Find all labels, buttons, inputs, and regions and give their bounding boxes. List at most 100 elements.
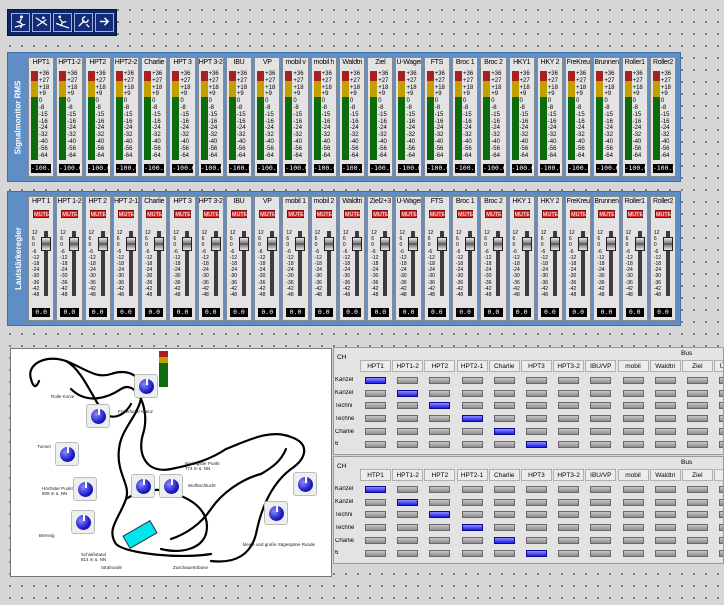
volume-knob-center[interactable]	[131, 474, 155, 498]
routing-toggle-button[interactable]	[558, 485, 580, 493]
routing-toggle-button[interactable]	[622, 415, 644, 423]
routing-toggle-button[interactable]	[719, 402, 723, 410]
routing-toggle-button[interactable]	[590, 537, 612, 545]
routing-toggle-button[interactable]	[622, 498, 644, 506]
fader-handle[interactable]	[464, 237, 475, 251]
mute-button[interactable]: MUTE	[287, 210, 304, 218]
routing-toggle-button[interactable]	[590, 485, 612, 493]
fader-handle[interactable]	[493, 237, 504, 251]
volume-knob-wolfsschlucht[interactable]	[159, 474, 183, 498]
routing-toggle-button[interactable]	[686, 485, 708, 493]
routing-toggle-button[interactable]	[622, 549, 644, 557]
routing-toggle-button[interactable]	[493, 524, 515, 532]
routing-toggle-button[interactable]	[654, 402, 676, 410]
mute-button[interactable]: MUTE	[570, 210, 587, 218]
mute-button[interactable]: MUTE	[598, 210, 615, 218]
mute-button[interactable]: MUTE	[61, 210, 78, 218]
routing-toggle-button[interactable]	[686, 402, 708, 410]
routing-toggle-button[interactable]	[525, 524, 547, 532]
toolbar-button-1[interactable]	[11, 13, 30, 32]
routing-toggle-button[interactable]	[397, 498, 419, 506]
routing-toggle-button[interactable]	[493, 402, 515, 410]
routing-toggle-button[interactable]	[686, 498, 708, 506]
routing-toggle-button[interactable]	[493, 440, 515, 448]
toolbar-button-2[interactable]	[32, 13, 51, 32]
routing-toggle-button[interactable]	[558, 428, 580, 436]
routing-toggle-button[interactable]	[719, 498, 723, 506]
mute-button[interactable]: MUTE	[202, 210, 219, 218]
routing-toggle-button[interactable]	[493, 428, 515, 436]
routing-toggle-button[interactable]	[525, 402, 547, 410]
routing-toggle-button[interactable]	[429, 415, 451, 423]
routing-toggle-button[interactable]	[397, 549, 419, 557]
fader-handle[interactable]	[436, 237, 447, 251]
routing-toggle-button[interactable]	[590, 428, 612, 436]
volume-knob-frankfurter[interactable]	[86, 404, 110, 428]
routing-toggle-button[interactable]	[719, 415, 723, 423]
volume-knob-east[interactable]	[293, 472, 317, 496]
routing-toggle-button[interactable]	[558, 511, 580, 519]
toolbar-button-3[interactable]	[53, 13, 72, 32]
routing-toggle-button[interactable]	[397, 402, 419, 410]
routing-toggle-button[interactable]	[719, 485, 723, 493]
routing-toggle-button[interactable]	[558, 549, 580, 557]
routing-toggle-button[interactable]	[429, 389, 451, 397]
routing-toggle-button[interactable]	[429, 428, 451, 436]
routing-toggle-button[interactable]	[429, 549, 451, 557]
routing-toggle-button[interactable]	[622, 389, 644, 397]
routing-toggle-button[interactable]	[365, 376, 386, 384]
routing-toggle-button[interactable]	[654, 498, 676, 506]
routing-toggle-button[interactable]	[365, 389, 386, 397]
routing-toggle-button[interactable]	[590, 376, 612, 384]
routing-toggle-button[interactable]	[365, 511, 386, 519]
routing-toggle-button[interactable]	[525, 376, 547, 384]
volume-knob-brennig[interactable]	[71, 510, 95, 534]
fader-handle[interactable]	[408, 237, 419, 251]
routing-toggle-button[interactable]	[686, 376, 708, 384]
volume-knob-hochster[interactable]	[73, 477, 97, 501]
routing-toggle-button[interactable]	[654, 511, 676, 519]
routing-toggle-button[interactable]	[558, 402, 580, 410]
routing-toggle-button[interactable]	[622, 402, 644, 410]
routing-toggle-button[interactable]	[429, 376, 451, 384]
routing-toggle-button[interactable]	[558, 537, 580, 545]
routing-toggle-button[interactable]	[719, 537, 723, 545]
routing-toggle-button[interactable]	[654, 485, 676, 493]
routing-toggle-button[interactable]	[461, 549, 483, 557]
routing-toggle-button[interactable]	[461, 498, 483, 506]
routing-toggle-button[interactable]	[365, 537, 386, 545]
mute-button[interactable]: MUTE	[315, 210, 332, 218]
routing-toggle-button[interactable]	[461, 389, 483, 397]
mute-button[interactable]: MUTE	[259, 210, 276, 218]
mute-button[interactable]: MUTE	[343, 210, 361, 218]
routing-toggle-button[interactable]	[719, 524, 723, 532]
routing-toggle-button[interactable]	[365, 415, 386, 423]
fader-handle[interactable]	[295, 237, 306, 251]
routing-toggle-button[interactable]	[622, 428, 644, 436]
routing-toggle-button[interactable]	[719, 428, 723, 436]
routing-toggle-button[interactable]	[558, 440, 580, 448]
routing-toggle-button[interactable]	[590, 402, 612, 410]
mute-button[interactable]: MUTE	[230, 210, 247, 218]
fader-handle[interactable]	[210, 237, 221, 251]
routing-toggle-button[interactable]	[525, 511, 547, 519]
routing-toggle-button[interactable]	[493, 549, 515, 557]
routing-toggle-button[interactable]	[590, 549, 612, 557]
routing-toggle-button[interactable]	[461, 402, 483, 410]
routing-toggle-button[interactable]	[590, 440, 612, 448]
mute-button[interactable]: MUTE	[626, 210, 643, 218]
routing-toggle-button[interactable]	[461, 524, 483, 532]
routing-toggle-button[interactable]	[558, 498, 580, 506]
mute-button[interactable]: MUTE	[541, 210, 558, 218]
routing-toggle-button[interactable]	[461, 485, 483, 493]
fader-handle[interactable]	[578, 237, 589, 251]
routing-toggle-button[interactable]	[654, 549, 676, 557]
routing-toggle-button[interactable]	[686, 440, 708, 448]
mute-button[interactable]: MUTE	[372, 210, 389, 218]
routing-toggle-button[interactable]	[686, 415, 708, 423]
routing-toggle-button[interactable]	[654, 440, 676, 448]
routing-toggle-button[interactable]	[525, 389, 547, 397]
mute-button[interactable]: MUTE	[400, 210, 417, 218]
routing-toggle-button[interactable]	[493, 537, 515, 545]
mute-button[interactable]: MUTE	[174, 210, 191, 218]
